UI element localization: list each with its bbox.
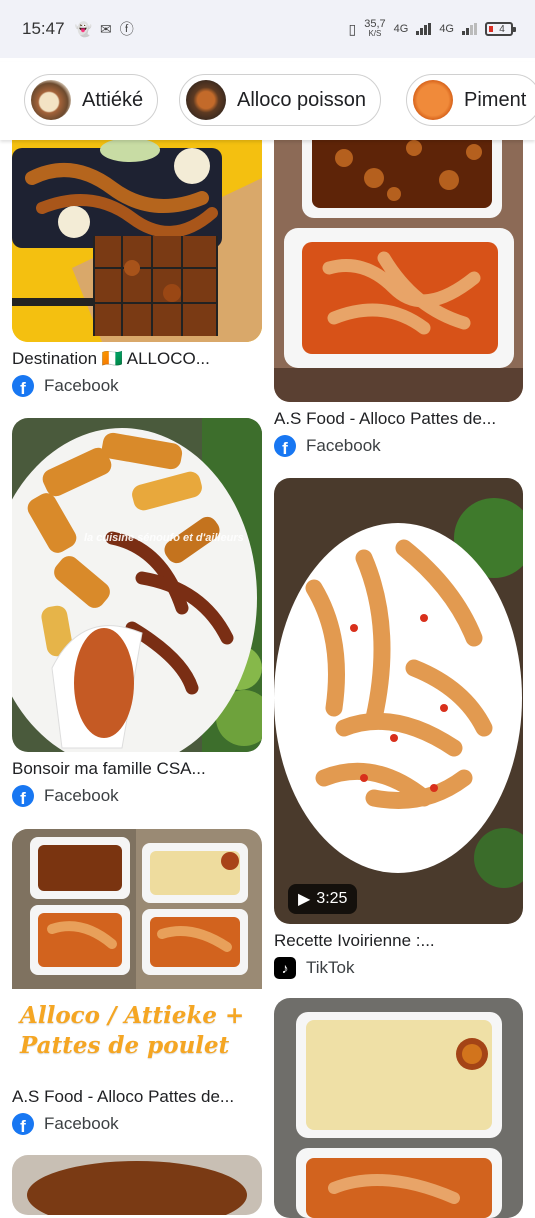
result-title[interactable]: A.S Food - Alloco Pattes de... (274, 409, 524, 429)
facebook-icon: f (12, 375, 34, 397)
mail-icon: ✉ (99, 20, 112, 37)
result-title[interactable]: Bonsoir ma famille CSA... (12, 759, 262, 779)
food-photo (274, 998, 523, 1218)
chip-label: Piment (464, 88, 527, 111)
food-photo (274, 118, 523, 402)
status-time: 15:47 (22, 19, 65, 38)
image-watermark: la cuisine sénoufo et d'ailleurs (84, 532, 244, 544)
network-type-2: 4G (439, 23, 454, 35)
network-speed-unit: K/S (368, 29, 382, 38)
result-image-attieke[interactable] (274, 998, 523, 1218)
chip-alloco-poisson-thumbnail (186, 80, 226, 120)
chip-alloco-poisson[interactable]: Alloco poisson (179, 74, 381, 126)
signal-icon (416, 23, 432, 35)
facebook-icon: f (12, 785, 34, 807)
image-overlay-text-1: Alloco / Attieke + (20, 1002, 245, 1029)
food-photo (12, 829, 262, 989)
result-image-as-food-combo[interactable]: Alloco / Attieke + Pattes de poulet (12, 829, 262, 1079)
source-label: TikTok (306, 958, 355, 977)
network-speed: 35,7 K/S (364, 18, 386, 39)
result-image-destination-alloco[interactable] (12, 118, 262, 342)
network-speed-value: 35,7 (364, 18, 386, 30)
chip-attieke[interactable]: Attiéké (24, 74, 159, 126)
source-label: Facebook (44, 1114, 119, 1133)
result-title[interactable]: A.S Food - Alloco Pattes de... (12, 1087, 262, 1107)
video-duration-badge: ▶ 3:25 (288, 884, 358, 914)
facebook-icon: f (12, 1113, 34, 1135)
network-type-1: 4G (393, 23, 409, 35)
result-image-bonsoir[interactable]: la cuisine sénoufo et d'ailleurs (12, 418, 262, 752)
status-bar: 15:47 👻 ✉ ⓕ ▯ 35,7 K/S 4G 4G 4 (0, 0, 535, 58)
chip-piment[interactable]: Piment (406, 74, 535, 126)
result-image-as-food[interactable] (274, 118, 523, 402)
signal-icon-2 (462, 23, 477, 35)
result-image-next[interactable] (12, 1155, 262, 1215)
play-icon: ▶ (298, 891, 311, 908)
result-image-recette-ivoirienne[interactable]: ▶ 3:25 (274, 478, 523, 924)
result-source[interactable]: ♪ TikTok (274, 957, 355, 979)
result-source[interactable]: f Facebook (12, 785, 119, 807)
facebook-icon: f (274, 435, 296, 457)
vibrate-icon: ▯ (348, 20, 357, 37)
chip-label: Attiéké (82, 88, 144, 111)
battery-level: 4 (499, 23, 505, 35)
food-photo (12, 1155, 262, 1215)
source-label: Facebook (44, 786, 119, 805)
result-title[interactable]: Recette Ivoirienne :... (274, 931, 524, 951)
chip-label: Alloco poisson (237, 88, 366, 111)
related-search-chips: Attiéké Alloco poisson Piment (0, 62, 535, 140)
facebook-notification-icon: ⓕ (119, 21, 134, 37)
result-source[interactable]: f Facebook (274, 435, 381, 457)
video-duration: 3:25 (316, 890, 348, 907)
image-overlay-text-2: Pattes de poulet (20, 1032, 230, 1059)
tiktok-icon: ♪ (274, 957, 296, 979)
food-photo (274, 478, 523, 924)
snapchat-icon: 👻 (74, 20, 92, 37)
chip-piment-thumbnail (413, 80, 453, 120)
food-photo (12, 118, 262, 342)
result-source[interactable]: f Facebook (12, 1113, 119, 1135)
source-label: Facebook (306, 436, 381, 455)
food-photo (12, 418, 262, 752)
chip-attieke-thumbnail (31, 80, 71, 120)
result-title[interactable]: Destination 🇨🇮 ALLOCO... (12, 349, 262, 369)
battery-icon: 4 (485, 22, 516, 36)
result-source[interactable]: f Facebook (12, 375, 119, 397)
source-label: Facebook (44, 376, 119, 395)
